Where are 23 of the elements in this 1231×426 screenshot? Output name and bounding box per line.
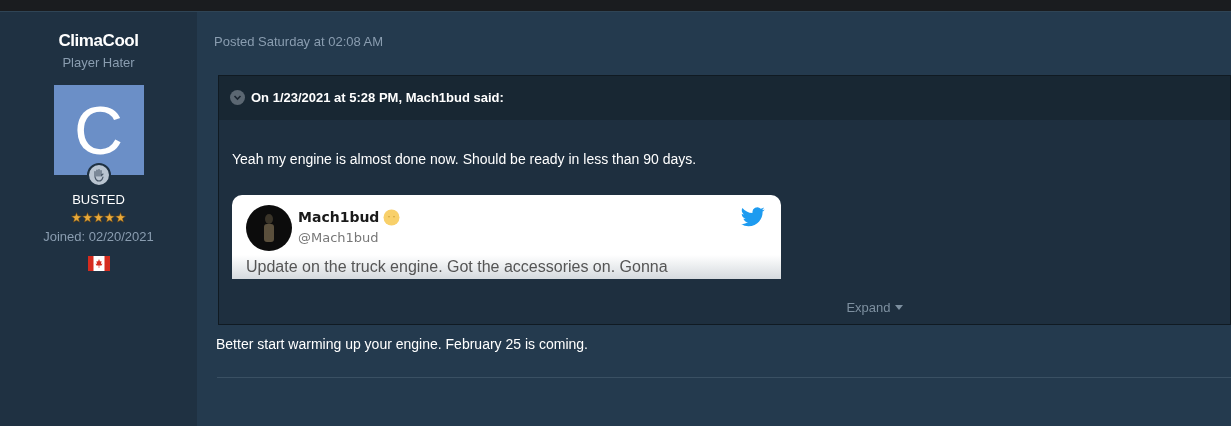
- emoji-face-icon: [383, 208, 401, 226]
- quote-text: Yeah my engine is almost done now. Should be ready in less than 90 days.: [232, 149, 698, 169]
- username[interactable]: ClimaCool: [58, 30, 139, 52]
- expand-button[interactable]: Expand: [838, 298, 911, 318]
- star-icon: [93, 212, 104, 223]
- tweet-handle[interactable]: @Mach1bud: [298, 227, 401, 247]
- tweet-text: Update on the truck engine. Got the accessories on. Gonna: [246, 256, 668, 277]
- star-icon: [71, 212, 82, 223]
- flag-icon: [87, 255, 110, 271]
- user-group: BUSTED: [72, 189, 125, 209]
- collapse-icon[interactable]: [230, 90, 245, 105]
- star-icon: [115, 212, 126, 223]
- user-title: Player Hater: [62, 54, 135, 72]
- avatar[interactable]: C: [53, 84, 144, 175]
- bird-icon: [741, 206, 765, 227]
- tweet-author[interactable]: Mach1bud: [298, 206, 380, 228]
- post-text: Better start warming up your engine. February 25 is coming.: [216, 334, 589, 354]
- star-icon: [104, 212, 115, 223]
- star-icon: [82, 212, 93, 223]
- caret-icon: [894, 305, 903, 311]
- quote-attribution: On 1/23/2021 at 5:28 PM, Mach1bud said:: [251, 88, 504, 107]
- joined-date: Joined: 02/20/2021: [43, 228, 154, 246]
- post-date: Posted Saturday at 02:08 AM: [214, 33, 385, 51]
